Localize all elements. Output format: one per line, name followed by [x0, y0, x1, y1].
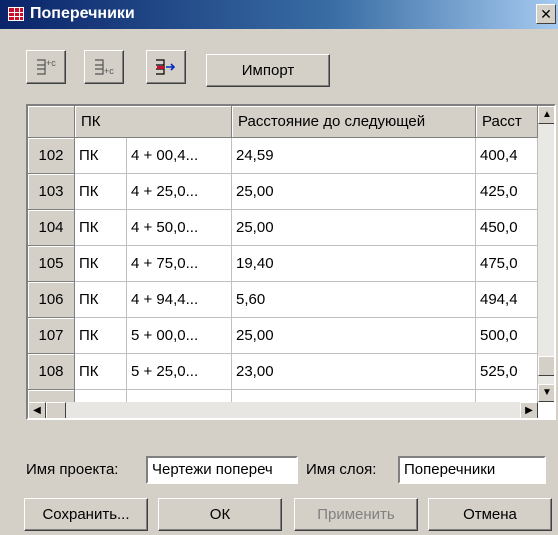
cancel-button[interactable]: Отмена: [428, 498, 552, 531]
vertical-scroll-thumb[interactable]: [538, 356, 554, 376]
project-name-label: Имя проекта:: [26, 461, 119, 478]
title-bar[interactable]: Поперечники ✕: [0, 0, 558, 29]
pk-cell[interactable]: ПК: [75, 210, 127, 246]
svg-text:+c: +c: [46, 58, 56, 68]
dialog-window: Поперечники ✕ +c +c Импорт ПК Расстояние…: [0, 0, 558, 535]
column-header-cumulative[interactable]: Расст: [476, 106, 538, 138]
project-name-field[interactable]: Чертежи попереч: [146, 456, 298, 484]
ok-button[interactable]: ОК: [158, 498, 282, 531]
cross-sections-table: ПК Расстояние до следующей Расст 102 ПК 4 …: [26, 104, 556, 420]
station-cell[interactable]: 5 + 25,0...: [127, 354, 232, 390]
close-button[interactable]: ✕: [536, 4, 556, 24]
station-cell[interactable]: 4 + 50,0...: [127, 210, 232, 246]
row-number[interactable]: 102: [28, 138, 75, 174]
station-cell[interactable]: 4 + 25,0...: [127, 174, 232, 210]
insert-after-button[interactable]: +c: [84, 50, 124, 84]
corner-header: [28, 106, 75, 138]
table-row[interactable]: 108 ПК 5 + 25,0... 23,00 525,0: [28, 354, 554, 390]
cumulative-cell[interactable]: 450,0: [476, 210, 538, 246]
table-row[interactable]: 103 ПК 4 + 25,0... 25,00 425,0: [28, 174, 554, 210]
row-number[interactable]: 106: [28, 282, 75, 318]
table-icon: [8, 7, 24, 21]
pk-cell[interactable]: ПК: [75, 282, 127, 318]
scroll-right-arrow-icon[interactable]: ▶: [520, 402, 538, 418]
cumulative-cell[interactable]: 500,0: [476, 318, 538, 354]
vertical-scrollbar[interactable]: ▲ ▼: [538, 106, 554, 402]
station-cell[interactable]: 5 + 00,0...: [127, 318, 232, 354]
distance-cell[interactable]: 23,00: [232, 354, 476, 390]
table-row[interactable]: 107 ПК 5 + 00,0... 25,00 500,0: [28, 318, 554, 354]
distance-cell[interactable]: 25,00: [232, 174, 476, 210]
cumulative-cell[interactable]: 494,4: [476, 282, 538, 318]
pk-cell[interactable]: ПК: [75, 138, 127, 174]
distance-cell[interactable]: 25,00: [232, 318, 476, 354]
save-button[interactable]: Сохранить...: [24, 498, 148, 531]
insert-before-icon: +c: [37, 58, 56, 75]
import-button[interactable]: Импорт: [206, 54, 330, 87]
column-header-pk[interactable]: ПК: [75, 106, 232, 138]
layer-name-field[interactable]: Поперечники: [398, 456, 546, 484]
export-rows-icon: [156, 59, 176, 75]
distance-cell[interactable]: 25,00: [232, 210, 476, 246]
row-number[interactable]: 103: [28, 174, 75, 210]
scroll-left-arrow-icon[interactable]: ◀: [28, 402, 46, 418]
station-cell[interactable]: 4 + 75,0...: [127, 246, 232, 282]
distance-cell[interactable]: 24,59: [232, 138, 476, 174]
svg-text:+c: +c: [104, 66, 114, 76]
pk-cell[interactable]: ПК: [75, 354, 127, 390]
row-number[interactable]: 108: [28, 354, 75, 390]
row-number[interactable]: 105: [28, 246, 75, 282]
window-title: Поперечники: [30, 5, 135, 22]
horizontal-scroll-thumb[interactable]: [46, 402, 66, 418]
station-cell[interactable]: 4 + 94,4...: [127, 282, 232, 318]
column-header-distance[interactable]: Расстояние до следующей: [232, 106, 476, 138]
export-rows-button[interactable]: [146, 50, 186, 84]
cumulative-cell[interactable]: 525,0: [476, 354, 538, 390]
scroll-down-arrow-icon[interactable]: ▼: [538, 384, 554, 402]
distance-cell[interactable]: 19,40: [232, 246, 476, 282]
row-number[interactable]: 107: [28, 318, 75, 354]
distance-cell[interactable]: 5,60: [232, 282, 476, 318]
insert-after-icon: +c: [95, 59, 114, 76]
pk-cell[interactable]: ПК: [75, 246, 127, 282]
table-row[interactable]: 104 ПК 4 + 50,0... 25,00 450,0: [28, 210, 554, 246]
insert-before-button[interactable]: +c: [26, 50, 66, 84]
apply-button[interactable]: Применить: [294, 498, 418, 531]
table-row[interactable]: 106 ПК 4 + 94,4... 5,60 494,4: [28, 282, 554, 318]
horizontal-scrollbar[interactable]: ◀ ▶: [28, 402, 538, 418]
scroll-up-arrow-icon[interactable]: ▲: [538, 106, 554, 124]
table-row[interactable]: 102 ПК 4 + 00,4... 24,59 400,4: [28, 138, 554, 174]
pk-cell[interactable]: ПК: [75, 174, 127, 210]
cumulative-cell[interactable]: 425,0: [476, 174, 538, 210]
pk-cell[interactable]: ПК: [75, 318, 127, 354]
layer-name-label: Имя слоя:: [306, 461, 377, 478]
row-number[interactable]: 104: [28, 210, 75, 246]
table-row[interactable]: 105 ПК 4 + 75,0... 19,40 475,0: [28, 246, 554, 282]
cumulative-cell[interactable]: 475,0: [476, 246, 538, 282]
cumulative-cell[interactable]: 400,4: [476, 138, 538, 174]
station-cell[interactable]: 4 + 00,4...: [127, 138, 232, 174]
